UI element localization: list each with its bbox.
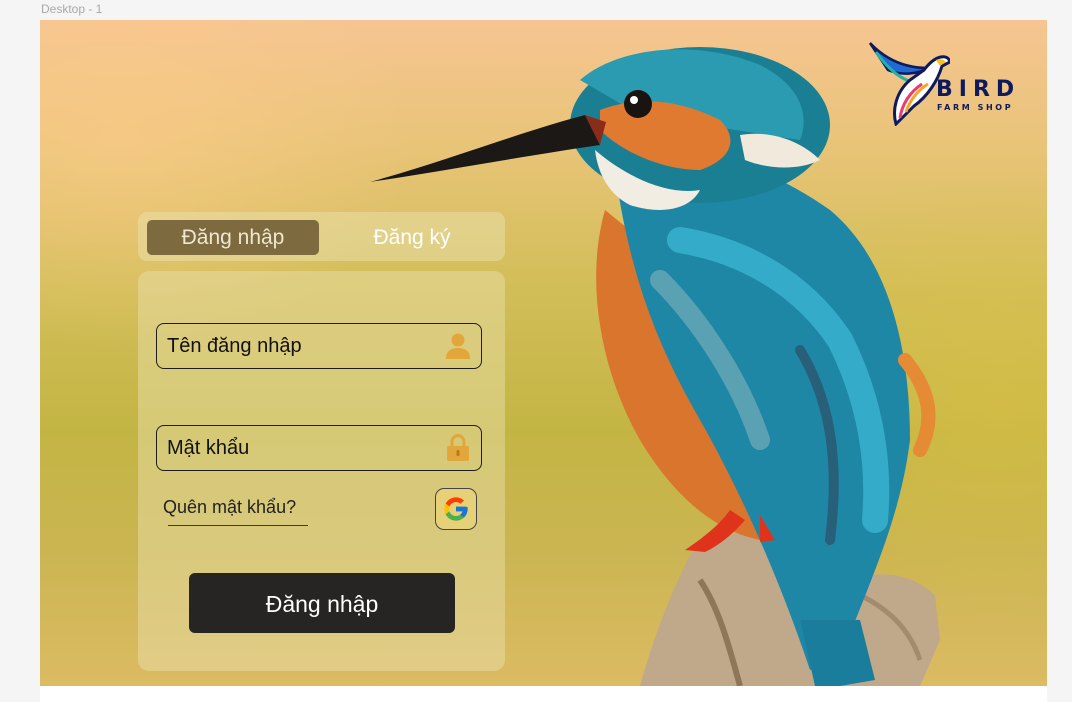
username-input[interactable]: [167, 324, 437, 368]
google-login-button[interactable]: [435, 488, 477, 530]
logo-subtitle: FARM SHOP: [937, 103, 1014, 112]
password-input[interactable]: [167, 426, 437, 470]
frame-label: Desktop - 1: [41, 2, 103, 16]
lock-icon: [447, 434, 469, 461]
canvas-bottom-edge: [40, 686, 1047, 702]
login-panel: Quên mật khẩu? Đăng nhập: [138, 271, 505, 671]
auth-tabs: Đăng nhập Đăng ký: [138, 212, 505, 261]
forgot-password-underline: [168, 525, 308, 526]
login-screen: BIRD FARM SHOP Đăng nhập Đăng ký Quên mậ…: [40, 20, 1047, 686]
tab-register[interactable]: Đăng ký: [326, 220, 498, 255]
brand-logo: BIRD FARM SHOP: [866, 40, 1031, 126]
username-field: [156, 323, 482, 369]
logo-title: BIRD: [936, 77, 1021, 102]
google-icon: [444, 497, 468, 521]
forgot-password-link[interactable]: Quên mật khẩu?: [163, 497, 296, 518]
user-icon: [446, 333, 470, 359]
password-field: [156, 425, 482, 471]
tab-login[interactable]: Đăng nhập: [147, 220, 319, 255]
login-submit-button[interactable]: Đăng nhập: [189, 573, 455, 633]
